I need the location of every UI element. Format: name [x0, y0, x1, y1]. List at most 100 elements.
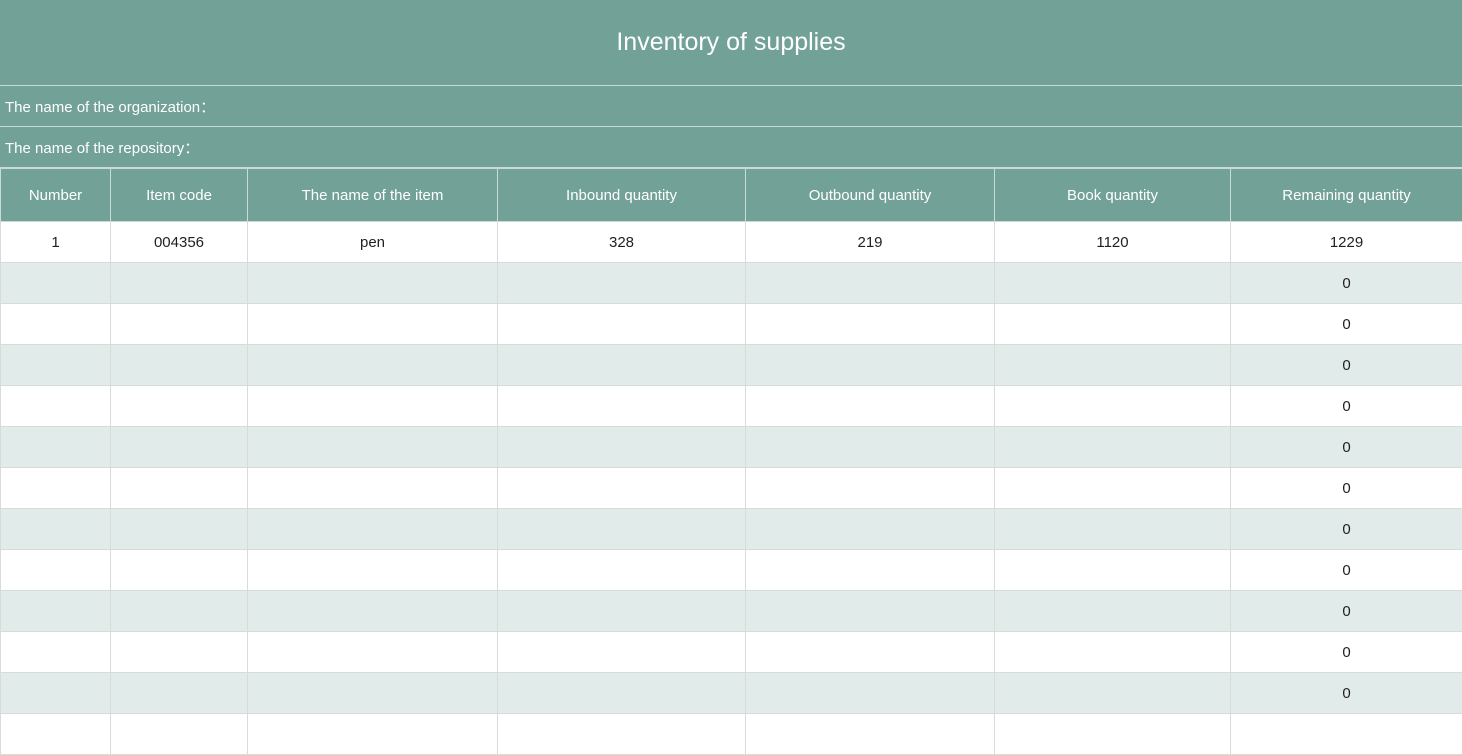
column-header-number[interactable]: Number — [1, 169, 111, 222]
cell-inbound-quantity[interactable] — [498, 714, 746, 755]
cell-outbound-quantity[interactable] — [746, 632, 995, 673]
cell-book-quantity[interactable]: 1120 — [995, 222, 1231, 263]
cell-item-name[interactable] — [248, 386, 498, 427]
cell-number[interactable] — [1, 632, 111, 673]
cell-item-code[interactable] — [111, 714, 248, 755]
cell-remaining-quantity[interactable] — [1231, 714, 1462, 755]
cell-number[interactable] — [1, 714, 111, 755]
cell-number[interactable] — [1, 509, 111, 550]
cell-number[interactable]: 1 — [1, 222, 111, 263]
cell-number[interactable] — [1, 386, 111, 427]
cell-item-code[interactable] — [111, 591, 248, 632]
organization-row[interactable]: The name of the organization： — [0, 86, 1462, 127]
cell-item-code[interactable] — [111, 632, 248, 673]
cell-item-code[interactable] — [111, 386, 248, 427]
cell-inbound-quantity[interactable] — [498, 386, 746, 427]
cell-remaining-quantity[interactable]: 0 — [1231, 632, 1462, 673]
cell-outbound-quantity[interactable] — [746, 714, 995, 755]
cell-outbound-quantity[interactable] — [746, 427, 995, 468]
cell-number[interactable] — [1, 591, 111, 632]
cell-book-quantity[interactable] — [995, 386, 1231, 427]
cell-inbound-quantity[interactable] — [498, 304, 746, 345]
repository-row[interactable]: The name of the repository： — [0, 127, 1462, 168]
cell-inbound-quantity[interactable] — [498, 632, 746, 673]
cell-item-name[interactable] — [248, 345, 498, 386]
cell-inbound-quantity[interactable] — [498, 263, 746, 304]
cell-item-code[interactable] — [111, 304, 248, 345]
cell-book-quantity[interactable] — [995, 550, 1231, 591]
column-header-inbound-quantity[interactable]: Inbound quantity — [498, 169, 746, 222]
cell-remaining-quantity[interactable]: 0 — [1231, 345, 1462, 386]
cell-inbound-quantity[interactable] — [498, 673, 746, 714]
cell-remaining-quantity[interactable]: 0 — [1231, 427, 1462, 468]
cell-remaining-quantity[interactable]: 0 — [1231, 550, 1462, 591]
cell-remaining-quantity[interactable]: 0 — [1231, 591, 1462, 632]
cell-item-name[interactable] — [248, 550, 498, 591]
cell-remaining-quantity[interactable]: 0 — [1231, 509, 1462, 550]
column-header-item-name[interactable]: The name of the item — [248, 169, 498, 222]
cell-outbound-quantity[interactable] — [746, 386, 995, 427]
cell-book-quantity[interactable] — [995, 263, 1231, 304]
cell-book-quantity[interactable] — [995, 673, 1231, 714]
cell-item-code[interactable] — [111, 550, 248, 591]
cell-item-name[interactable] — [248, 263, 498, 304]
cell-number[interactable] — [1, 427, 111, 468]
cell-remaining-quantity[interactable]: 0 — [1231, 386, 1462, 427]
cell-item-name[interactable] — [248, 468, 498, 509]
cell-number[interactable] — [1, 345, 111, 386]
cell-number[interactable] — [1, 673, 111, 714]
cell-item-name[interactable] — [248, 591, 498, 632]
cell-item-name[interactable] — [248, 632, 498, 673]
cell-item-name[interactable] — [248, 509, 498, 550]
cell-item-code[interactable] — [111, 345, 248, 386]
cell-number[interactable] — [1, 468, 111, 509]
cell-outbound-quantity[interactable] — [746, 263, 995, 304]
cell-inbound-quantity[interactable] — [498, 468, 746, 509]
cell-inbound-quantity[interactable] — [498, 550, 746, 591]
column-header-book-quantity[interactable]: Book quantity — [995, 169, 1231, 222]
cell-book-quantity[interactable] — [995, 427, 1231, 468]
cell-item-code[interactable] — [111, 468, 248, 509]
cell-book-quantity[interactable] — [995, 509, 1231, 550]
cell-outbound-quantity[interactable]: 219 — [746, 222, 995, 263]
cell-outbound-quantity[interactable] — [746, 345, 995, 386]
column-header-outbound-quantity[interactable]: Outbound quantity — [746, 169, 995, 222]
cell-book-quantity[interactable] — [995, 632, 1231, 673]
cell-remaining-quantity[interactable]: 1229 — [1231, 222, 1462, 263]
cell-item-name[interactable] — [248, 673, 498, 714]
cell-item-name[interactable] — [248, 304, 498, 345]
column-header-item-code[interactable]: Item code — [111, 169, 248, 222]
cell-inbound-quantity[interactable] — [498, 591, 746, 632]
cell-item-code[interactable] — [111, 263, 248, 304]
cell-outbound-quantity[interactable] — [746, 304, 995, 345]
cell-outbound-quantity[interactable] — [746, 468, 995, 509]
sheet-title-cell[interactable]: Inventory of supplies — [0, 0, 1462, 86]
cell-outbound-quantity[interactable] — [746, 550, 995, 591]
cell-book-quantity[interactable] — [995, 714, 1231, 755]
cell-number[interactable] — [1, 304, 111, 345]
cell-item-name[interactable]: pen — [248, 222, 498, 263]
cell-item-name[interactable] — [248, 427, 498, 468]
cell-number[interactable] — [1, 263, 111, 304]
cell-inbound-quantity[interactable]: 328 — [498, 222, 746, 263]
cell-inbound-quantity[interactable] — [498, 509, 746, 550]
cell-book-quantity[interactable] — [995, 304, 1231, 345]
cell-remaining-quantity[interactable]: 0 — [1231, 263, 1462, 304]
cell-inbound-quantity[interactable] — [498, 427, 746, 468]
cell-outbound-quantity[interactable] — [746, 673, 995, 714]
cell-outbound-quantity[interactable] — [746, 591, 995, 632]
cell-outbound-quantity[interactable] — [746, 509, 995, 550]
cell-remaining-quantity[interactable]: 0 — [1231, 673, 1462, 714]
column-header-remaining-quantity[interactable]: Remaining quantity — [1231, 169, 1462, 222]
cell-inbound-quantity[interactable] — [498, 345, 746, 386]
cell-book-quantity[interactable] — [995, 468, 1231, 509]
cell-book-quantity[interactable] — [995, 591, 1231, 632]
cell-item-name[interactable] — [248, 714, 498, 755]
cell-remaining-quantity[interactable]: 0 — [1231, 304, 1462, 345]
cell-item-code[interactable] — [111, 509, 248, 550]
cell-remaining-quantity[interactable]: 0 — [1231, 468, 1462, 509]
cell-item-code[interactable] — [111, 427, 248, 468]
cell-number[interactable] — [1, 550, 111, 591]
cell-book-quantity[interactable] — [995, 345, 1231, 386]
cell-item-code[interactable]: 004356 — [111, 222, 248, 263]
